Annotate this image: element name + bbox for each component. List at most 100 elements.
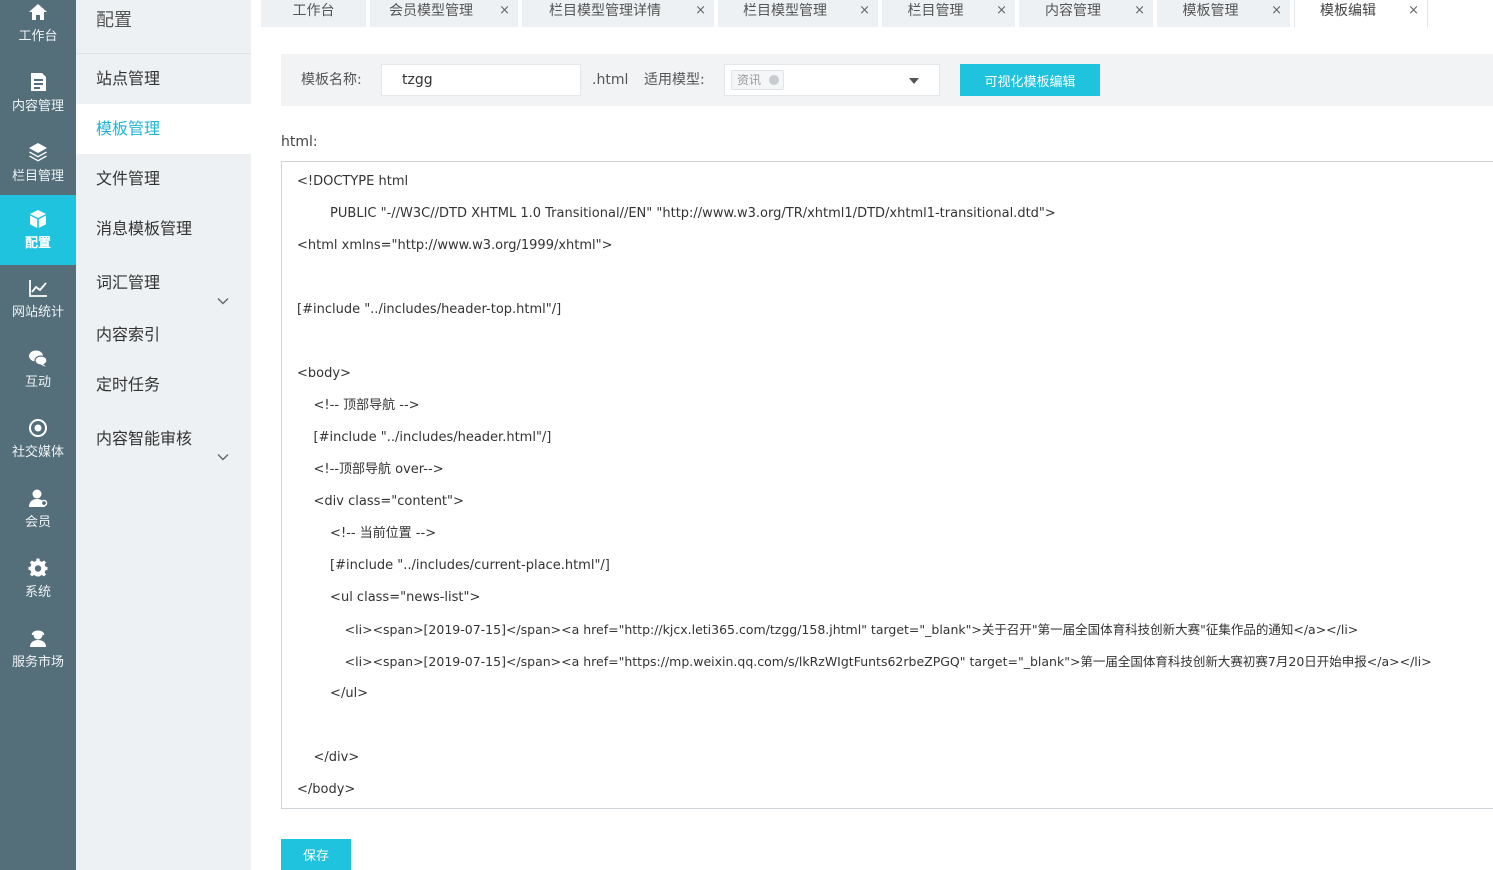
config-sidebar: 配置 站点管理 模板管理 文件管理 消息模板管理 词汇管理 内容索引 定时任务 … xyxy=(76,0,251,870)
rail-item-label: 配置 xyxy=(24,236,51,251)
rail-item-label: 系统 xyxy=(24,585,51,600)
tab-workbench[interactable]: 工作台 xyxy=(261,0,366,27)
chevron-down-icon xyxy=(217,433,229,461)
rail-item-service-market[interactable]: 服务市场 xyxy=(0,622,76,692)
tab-label: 模板管理 xyxy=(1182,3,1239,19)
rail-item-label: 栏目管理 xyxy=(11,169,64,184)
code-line: PUBLIC "-//W3C//DTD XHTML 1.0 Transition… xyxy=(297,206,1056,221)
sidebar-item-scheduled-tasks[interactable]: 定时任务 xyxy=(76,360,251,410)
code-line: [#include "../includes/current-place.htm… xyxy=(297,558,610,573)
rail-item-label: 内容管理 xyxy=(11,99,64,114)
close-icon[interactable]: × xyxy=(1134,0,1145,22)
rail-item-workbench[interactable]: 工作台 xyxy=(0,0,76,62)
sidebar-item-file-management[interactable]: 文件管理 xyxy=(76,154,251,204)
user-icon xyxy=(28,488,48,508)
template-edit-panel: 模板名称: .html 适用模型: 资讯 可视化模板编辑 html: <!DOC… xyxy=(251,27,1493,870)
sidebar-item-site-management[interactable]: 站点管理 xyxy=(76,54,251,104)
code-line: <!-- 当前位置 --> xyxy=(297,526,437,541)
sidebar-title: 配置 xyxy=(96,10,132,31)
gear-icon xyxy=(28,558,48,578)
model-select[interactable]: 资讯 xyxy=(724,64,940,96)
close-icon[interactable]: × xyxy=(996,0,1007,22)
rail-item-label: 社交媒体 xyxy=(11,445,64,460)
tab-content-management[interactable]: 内容管理 × xyxy=(1019,0,1153,27)
sidebar-item-label: 内容索引 xyxy=(96,325,161,344)
cube-icon xyxy=(28,209,48,229)
model-chip[interactable]: 资讯 xyxy=(731,70,785,90)
html-label: html: xyxy=(281,134,318,150)
code-line: <div class="content"> xyxy=(297,494,464,509)
sidebar-item-message-template[interactable]: 消息模板管理 xyxy=(76,204,251,254)
tab-template-management[interactable]: 模板管理 × xyxy=(1157,0,1290,27)
rail-item-label: 网站统计 xyxy=(11,305,64,320)
rail-item-channel[interactable]: 栏目管理 xyxy=(0,132,76,202)
model-label: 适用模型: xyxy=(644,72,705,88)
rail-item-social-media[interactable]: 社交媒体 xyxy=(0,412,76,482)
template-name-input[interactable] xyxy=(381,64,581,96)
sidebar-item-label: 站点管理 xyxy=(96,69,161,88)
tab-channel-management[interactable]: 栏目管理 × xyxy=(882,0,1015,27)
tab-template-edit[interactable]: 模板编辑 × xyxy=(1294,0,1428,27)
rail-item-statistics[interactable]: 网站统计 xyxy=(0,272,76,342)
code-line: </div> xyxy=(297,750,360,765)
tab-member-model[interactable]: 会员模型管理 × xyxy=(370,0,518,27)
tab-label: 模板编辑 xyxy=(1320,3,1376,19)
code-line: </ul> xyxy=(297,686,369,701)
rail-item-member[interactable]: 会员 xyxy=(0,482,76,552)
template-form-bar: 模板名称: .html 适用模型: 资讯 可视化模板编辑 xyxy=(281,54,1493,106)
html-suffix: .html xyxy=(592,72,629,88)
sidebar-item-content-index[interactable]: 内容索引 xyxy=(76,310,251,360)
rail-item-content[interactable]: 内容管理 xyxy=(0,62,76,132)
tab-label: 会员模型管理 xyxy=(389,3,473,19)
tab-channel-model-detail[interactable]: 栏目模型管理详情 × xyxy=(522,0,714,27)
sidebar-item-label: 消息模板管理 xyxy=(96,219,193,238)
code-line: <html xmlns="http://www.w3.org/1999/xhtm… xyxy=(297,238,613,253)
rail-item-config[interactable]: 配置 xyxy=(0,195,76,265)
sidebar-item-label: 文件管理 xyxy=(96,169,161,188)
code-line: [#include "../includes/header-top.html"/… xyxy=(297,302,562,317)
chart-icon xyxy=(28,278,48,298)
tab-channel-model[interactable]: 栏目模型管理 × xyxy=(718,0,878,27)
home-icon xyxy=(28,2,48,22)
code-line: <!--顶部导航 over--> xyxy=(297,462,444,477)
save-button[interactable]: 保存 xyxy=(281,839,351,870)
document-icon xyxy=(28,72,48,92)
code-line: <li><span>[2019-07-15]</span><a href="ht… xyxy=(297,654,1432,669)
rail-item-label: 工作台 xyxy=(18,29,58,44)
html-code-editor[interactable]: <!DOCTYPE html PUBLIC "-//W3C//DTD XHTML… xyxy=(281,161,1493,809)
close-icon[interactable]: × xyxy=(1408,0,1419,22)
sidebar-item-smart-review[interactable]: 内容智能审核 xyxy=(76,414,251,464)
caret-down-icon xyxy=(909,78,919,84)
code-line: <!-- 顶部导航 --> xyxy=(297,398,420,413)
tab-label: 内容管理 xyxy=(1045,3,1101,19)
tab-label: 工作台 xyxy=(292,3,335,19)
rail-item-label: 会员 xyxy=(24,515,51,530)
close-icon[interactable]: × xyxy=(1271,0,1282,22)
code-line: <ul class="news-list"> xyxy=(297,590,481,605)
sidebar-item-label: 内容智能审核 xyxy=(96,429,193,448)
rail-item-interaction[interactable]: 互动 xyxy=(0,342,76,412)
sidebar-item-template-management[interactable]: 模板管理 xyxy=(76,104,251,154)
sidebar-item-label: 模板管理 xyxy=(96,119,161,138)
close-icon[interactable]: × xyxy=(859,0,870,22)
code-line: <li><span>[2019-07-15]</span><a href="ht… xyxy=(297,622,1359,637)
chat-icon xyxy=(28,348,48,368)
main-nav-rail: 工作台 内容管理 栏目管理 配置 网站统计 互动 社交媒体 会员 系统 服务市场 xyxy=(0,0,76,870)
template-name-label: 模板名称: xyxy=(301,72,362,88)
chip-remove-icon[interactable] xyxy=(769,75,780,85)
tab-label: 栏目模型管理详情 xyxy=(549,3,661,19)
close-icon[interactable]: × xyxy=(695,0,706,22)
tab-strip: 工作台 会员模型管理 × 栏目模型管理详情 × 栏目模型管理 × 栏目管理 × … xyxy=(251,0,1493,27)
code-line: <body> xyxy=(297,366,351,381)
sidebar-item-vocabulary[interactable]: 词汇管理 xyxy=(76,258,251,308)
sidebar-item-label: 定时任务 xyxy=(96,375,161,394)
tab-label: 栏目模型管理 xyxy=(743,3,827,19)
rail-item-system[interactable]: 系统 xyxy=(0,552,76,622)
visual-edit-button[interactable]: 可视化模板编辑 xyxy=(960,64,1100,96)
service-icon xyxy=(28,628,48,648)
sidebar-item-label: 词汇管理 xyxy=(96,273,161,292)
target-icon xyxy=(28,418,48,438)
close-icon[interactable]: × xyxy=(499,0,510,22)
code-line: [#include "../includes/header.html"/] xyxy=(297,430,552,445)
rail-item-label: 服务市场 xyxy=(11,655,64,670)
